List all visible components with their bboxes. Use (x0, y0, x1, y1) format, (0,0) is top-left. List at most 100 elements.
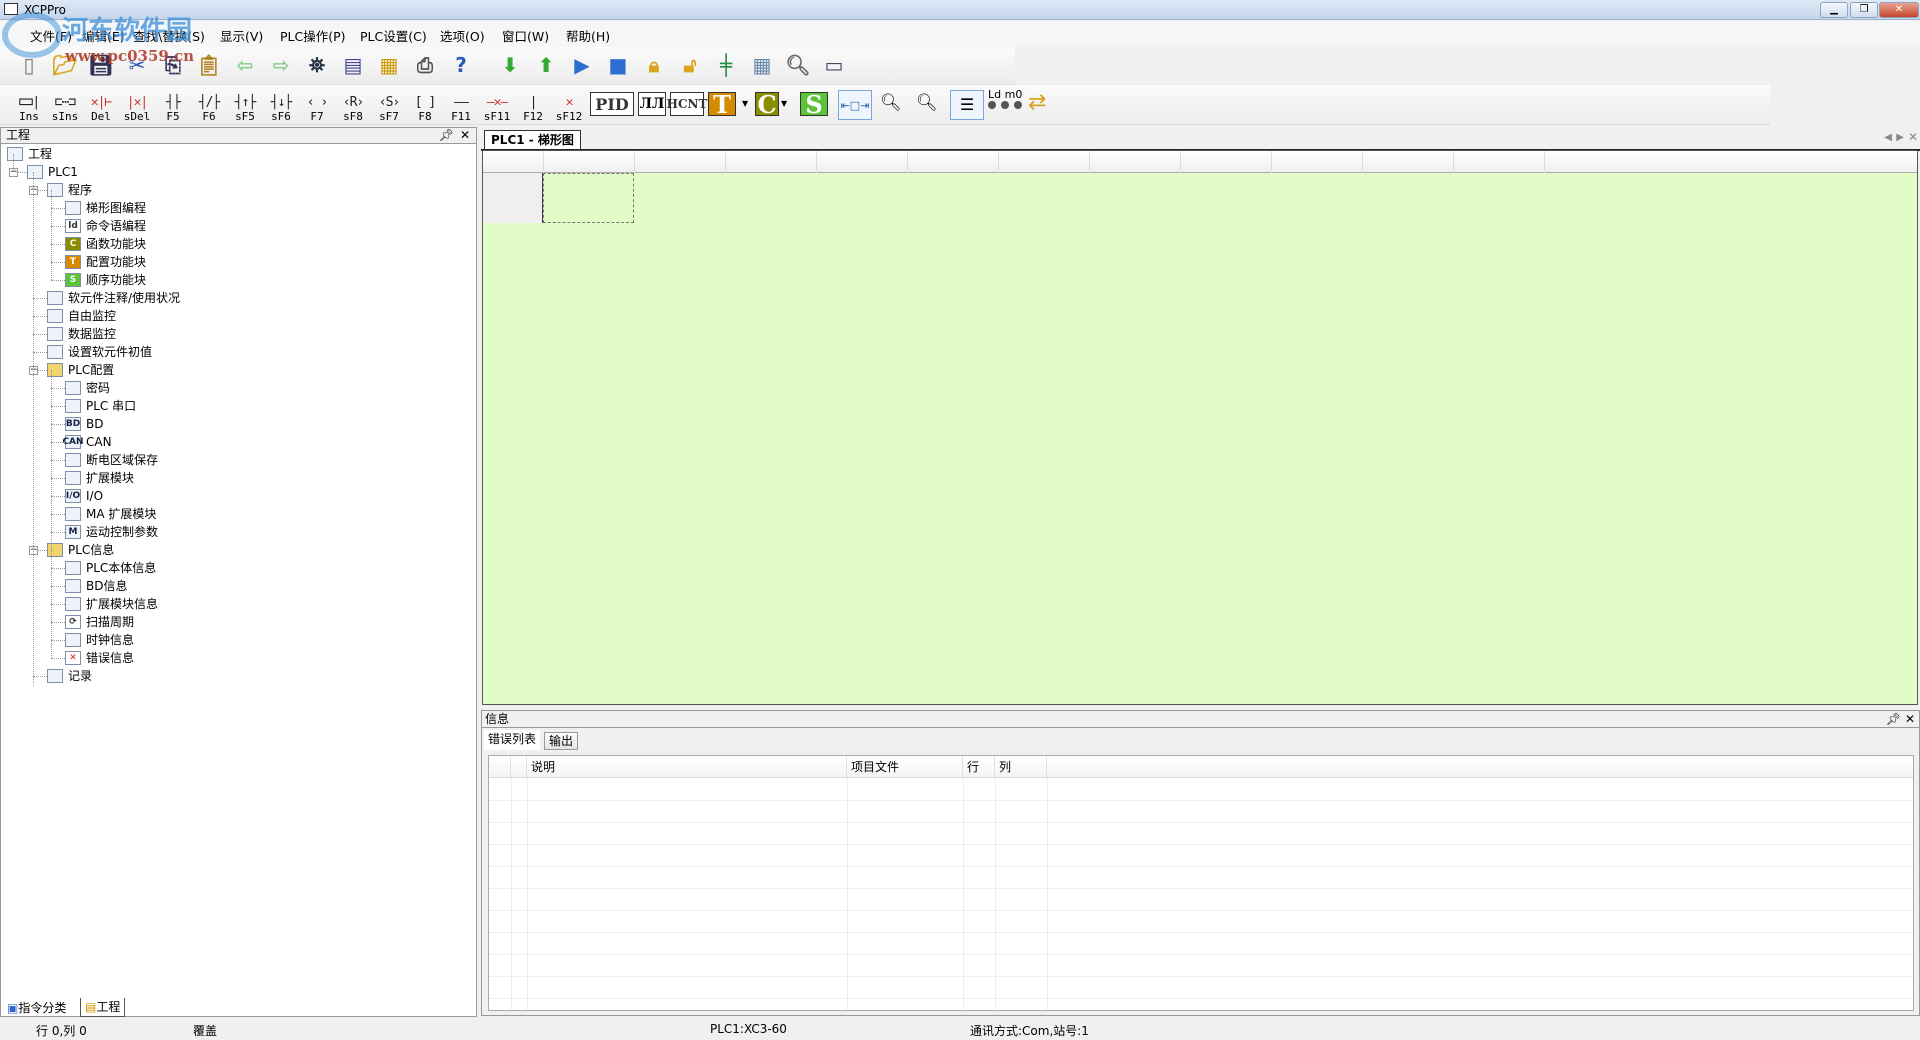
tool-ins-button[interactable]: ⊏⊐| Ins (12, 87, 46, 123)
print-preview-icon[interactable]: ▤ (338, 50, 368, 80)
tree-item[interactable]: 程序 (47, 181, 92, 199)
tool-sdel-button[interactable]: |✕| sDel (120, 87, 154, 123)
tree-item[interactable]: S 顺序功能块 (65, 271, 146, 289)
tool-del-button[interactable]: ✕|⊢ Del (84, 87, 118, 123)
close-icon[interactable]: ✕ (460, 128, 470, 143)
tool-sf11-button[interactable]: —✕— sF11 (480, 87, 514, 123)
menu-6[interactable]: 选项(O) (440, 26, 485, 45)
paste-icon[interactable]: 📋︎ (194, 50, 224, 80)
serial-port-icon[interactable]: ▭ (819, 50, 849, 80)
close-doc-icon[interactable]: ✕ (1908, 130, 1918, 144)
minimize-button[interactable]: ▁ (1820, 2, 1848, 18)
insert-s-button[interactable]: S (800, 90, 828, 119)
column-header[interactable]: 列 (995, 756, 1047, 778)
tree-item[interactable]: ⟳ 扫描周期 (65, 613, 134, 631)
fit-width-icon[interactable]: ⇤□⇥ (838, 90, 872, 120)
tool-sf12-button[interactable]: ✕ sF12 (552, 87, 586, 123)
tool-sf8-button[interactable]: ‹R› sF8 (336, 87, 370, 123)
tree-item[interactable]: 断电区域保存 (65, 451, 158, 469)
tree-item[interactable]: 扩展模块信息 (65, 595, 158, 613)
tab-instruction-category[interactable]: ▣指令分类 (4, 1000, 69, 1017)
tool-sf6-button[interactable]: ┤↓├ sF6 (264, 87, 298, 123)
tree-item[interactable]: MA 扩展模块 (65, 505, 156, 523)
tool-sf5-button[interactable]: ┤↑├ sF5 (228, 87, 262, 123)
tab-error-list[interactable]: 错误列表 (484, 730, 541, 750)
tool-sins-button[interactable]: ⊏⋯⊐ sIns (48, 87, 82, 123)
tree-item[interactable]: PLC信息 (47, 541, 114, 559)
menu-4[interactable]: PLC操作(P) (280, 26, 346, 45)
tree-item[interactable]: 软元件注释/使用状况 (47, 289, 180, 307)
t-dropdown-icon[interactable]: ▼ (742, 99, 748, 108)
tree-item[interactable]: PLC1 (27, 163, 78, 181)
ladder-monitor-icon[interactable]: ╪ (711, 50, 741, 80)
ladder-cursor[interactable] (543, 173, 634, 223)
tree-item[interactable]: 自由监控 (47, 307, 116, 325)
print-icon[interactable]: ⎙ (410, 50, 440, 80)
insert-hcnt-button[interactable]: HCNT (667, 92, 707, 116)
tool-f11-button[interactable]: —— F11 (444, 87, 478, 123)
tab-scroll-left-icon[interactable]: ◀ (1884, 132, 1892, 143)
tool-sf7-button[interactable]: ‹S› sF7 (372, 87, 406, 123)
column-header[interactable]: 行 (963, 756, 995, 778)
convert-icon[interactable]: ⇄ (1028, 90, 1046, 115)
tree-item[interactable]: T 配置功能块 (65, 253, 146, 271)
column-header[interactable] (489, 756, 511, 778)
tab-scroll-right-icon[interactable]: ▶ (1896, 132, 1904, 143)
pin-icon[interactable]: 📌︎ (439, 128, 454, 143)
back-icon[interactable]: ⇦ (230, 50, 260, 80)
tree-item[interactable]: PLC配置 (47, 361, 114, 379)
restore-button[interactable]: ❐ (1850, 2, 1878, 18)
tree-item[interactable]: 数据监控 (47, 325, 116, 343)
document-icon[interactable]: ▦ (374, 50, 404, 80)
tree-item[interactable]: CAN CAN (62, 433, 112, 451)
run-icon[interactable]: ▶ (567, 50, 597, 80)
forward-icon[interactable]: ⇨ (266, 50, 296, 80)
tree-item[interactable]: C 函数功能块 (65, 235, 146, 253)
tree-item[interactable]: 密码 (65, 379, 110, 397)
pin-icon[interactable]: 📌︎ (1886, 711, 1901, 727)
pulse-icon[interactable]: ЛЛ (638, 92, 666, 116)
tool-f12-button[interactable]: | F12 (516, 87, 550, 123)
document-search-icon[interactable]: 🔍︎ (783, 50, 813, 80)
ladder-view-icon[interactable]: ☰ (950, 90, 984, 120)
close-icon[interactable]: ✕ (1905, 711, 1915, 727)
tree-item[interactable]: 时钟信息 (65, 631, 134, 649)
zoom-in-icon[interactable]: 🔍︎ (880, 93, 902, 113)
tab-ladder-diagram[interactable]: PLC1 - 梯形图 (484, 130, 581, 150)
help-icon[interactable]: ? (446, 50, 476, 80)
download-to-plc-icon[interactable]: ⬇ (495, 50, 525, 80)
unlock-icon[interactable]: 🔓︎ (675, 50, 705, 80)
insert-pid-button[interactable]: PID (590, 92, 634, 116)
tree-item[interactable]: M 运动控制参数 (65, 523, 158, 541)
tool-f6-button[interactable]: ┤/├ F6 (192, 87, 226, 123)
instruction-view-button[interactable]: Ld m0 (988, 89, 1023, 109)
column-header[interactable]: 说明 (527, 756, 847, 778)
tool-f7-button[interactable]: ‹ › F7 (300, 87, 334, 123)
tree-item[interactable]: ✕ 错误信息 (65, 649, 134, 667)
data-monitor-icon[interactable]: ▦ (747, 50, 777, 80)
menu-7[interactable]: 窗口(W) (502, 26, 549, 45)
upload-from-plc-icon[interactable]: ⬆ (531, 50, 561, 80)
tool-f5-button[interactable]: ┤├ F5 (156, 87, 190, 123)
tree-item[interactable]: 记录 (47, 667, 92, 685)
insert-t-button[interactable]: T (708, 90, 736, 119)
tree-item[interactable]: 梯形图编程 (65, 199, 146, 217)
tab-output[interactable]: 输出 (544, 732, 579, 750)
tree-item[interactable]: ld 命令语编程 (65, 217, 146, 235)
tree-item[interactable]: PLC本体信息 (65, 559, 156, 577)
stop-icon[interactable]: ■ (603, 50, 633, 80)
find-icon[interactable]: ⛯ (302, 50, 332, 80)
tree-item[interactable]: I/O I/O (65, 487, 103, 505)
menu-5[interactable]: PLC设置(C) (360, 26, 427, 45)
tree-item[interactable]: 扩展模块 (65, 469, 134, 487)
tree-item[interactable]: BD BD (65, 415, 103, 433)
close-button[interactable]: ✕ (1879, 2, 1919, 18)
tool-f8-button[interactable]: [ ] F8 (408, 87, 442, 123)
tab-project[interactable]: ▤工程 (80, 998, 126, 1017)
zoom-out-icon[interactable]: 🔍︎ (916, 93, 938, 113)
column-header[interactable] (511, 756, 527, 778)
c-dropdown-icon[interactable]: ▼ (781, 99, 787, 108)
column-header[interactable]: 项目文件 (847, 756, 963, 778)
tree-item[interactable]: BD信息 (65, 577, 127, 595)
tree-item[interactable]: 设置软元件初值 (47, 343, 152, 361)
